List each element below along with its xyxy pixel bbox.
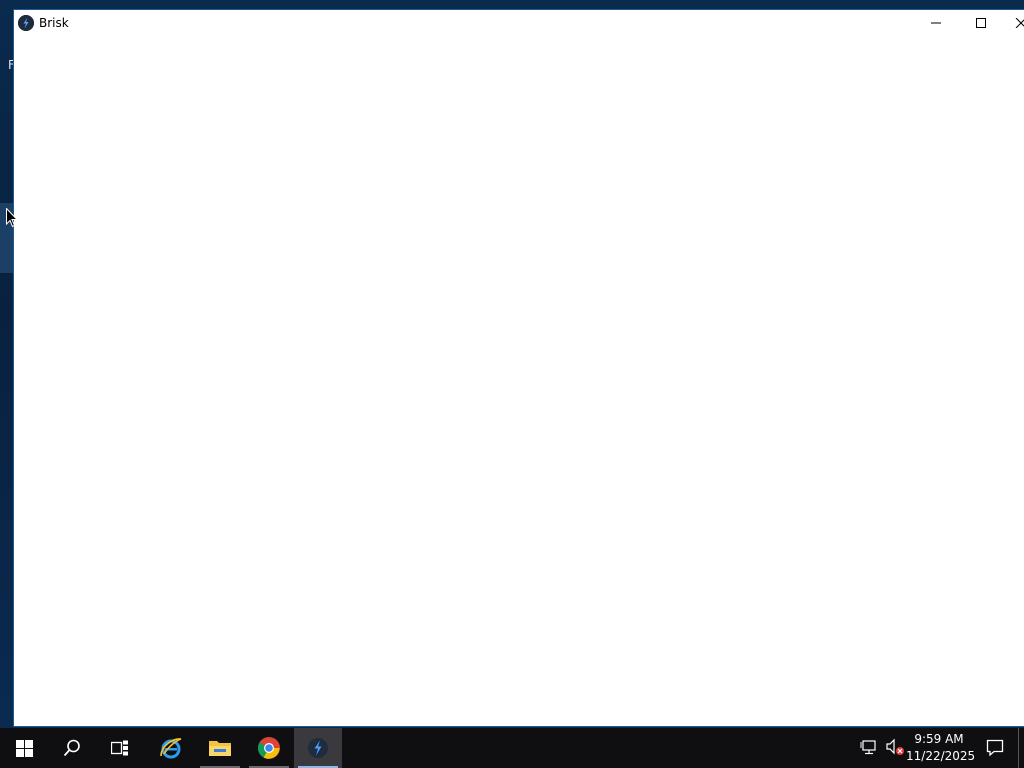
volume-muted-icon[interactable] [884,736,906,758]
taskbar-file-explorer[interactable] [196,728,244,768]
minimize-button[interactable] [913,10,959,36]
ie-icon [160,738,182,759]
taskbar-clock[interactable]: 9:59 AM 11/22/2025 [906,731,976,767]
window-content-blank[interactable] [14,36,1024,726]
close-icon [1015,18,1024,28]
search-button[interactable] [48,728,96,768]
maximize-button[interactable] [958,10,1004,36]
notification-icon [986,739,1004,757]
brisk-app-icon [18,15,34,31]
task-view-icon [111,740,128,756]
brisk-window: Brisk [14,10,1024,726]
clock-date: 11/22/2025 [906,749,976,763]
mouse-pointer-icon [6,208,18,228]
brisk-icon [308,738,328,758]
action-center-button[interactable] [980,728,1010,768]
chrome-icon [258,737,280,759]
taskbar-brisk[interactable] [294,728,342,768]
network-icon[interactable] [860,736,880,758]
taskbar-internet-explorer[interactable] [147,728,195,768]
clock-time: 9:59 AM [914,732,964,746]
show-desktop-button[interactable] [1018,728,1019,768]
minimize-icon [931,22,941,24]
search-icon [63,739,80,757]
folder-icon [209,741,231,756]
start-button[interactable] [0,728,48,768]
maximize-icon [976,18,986,28]
window-title: Brisk [39,16,69,30]
taskbar-chrome[interactable] [245,728,293,768]
windows-logo-icon [15,739,33,757]
task-view-button[interactable] [96,728,144,768]
close-button[interactable] [1004,10,1024,36]
window-titlebar[interactable]: Brisk [14,10,1024,36]
